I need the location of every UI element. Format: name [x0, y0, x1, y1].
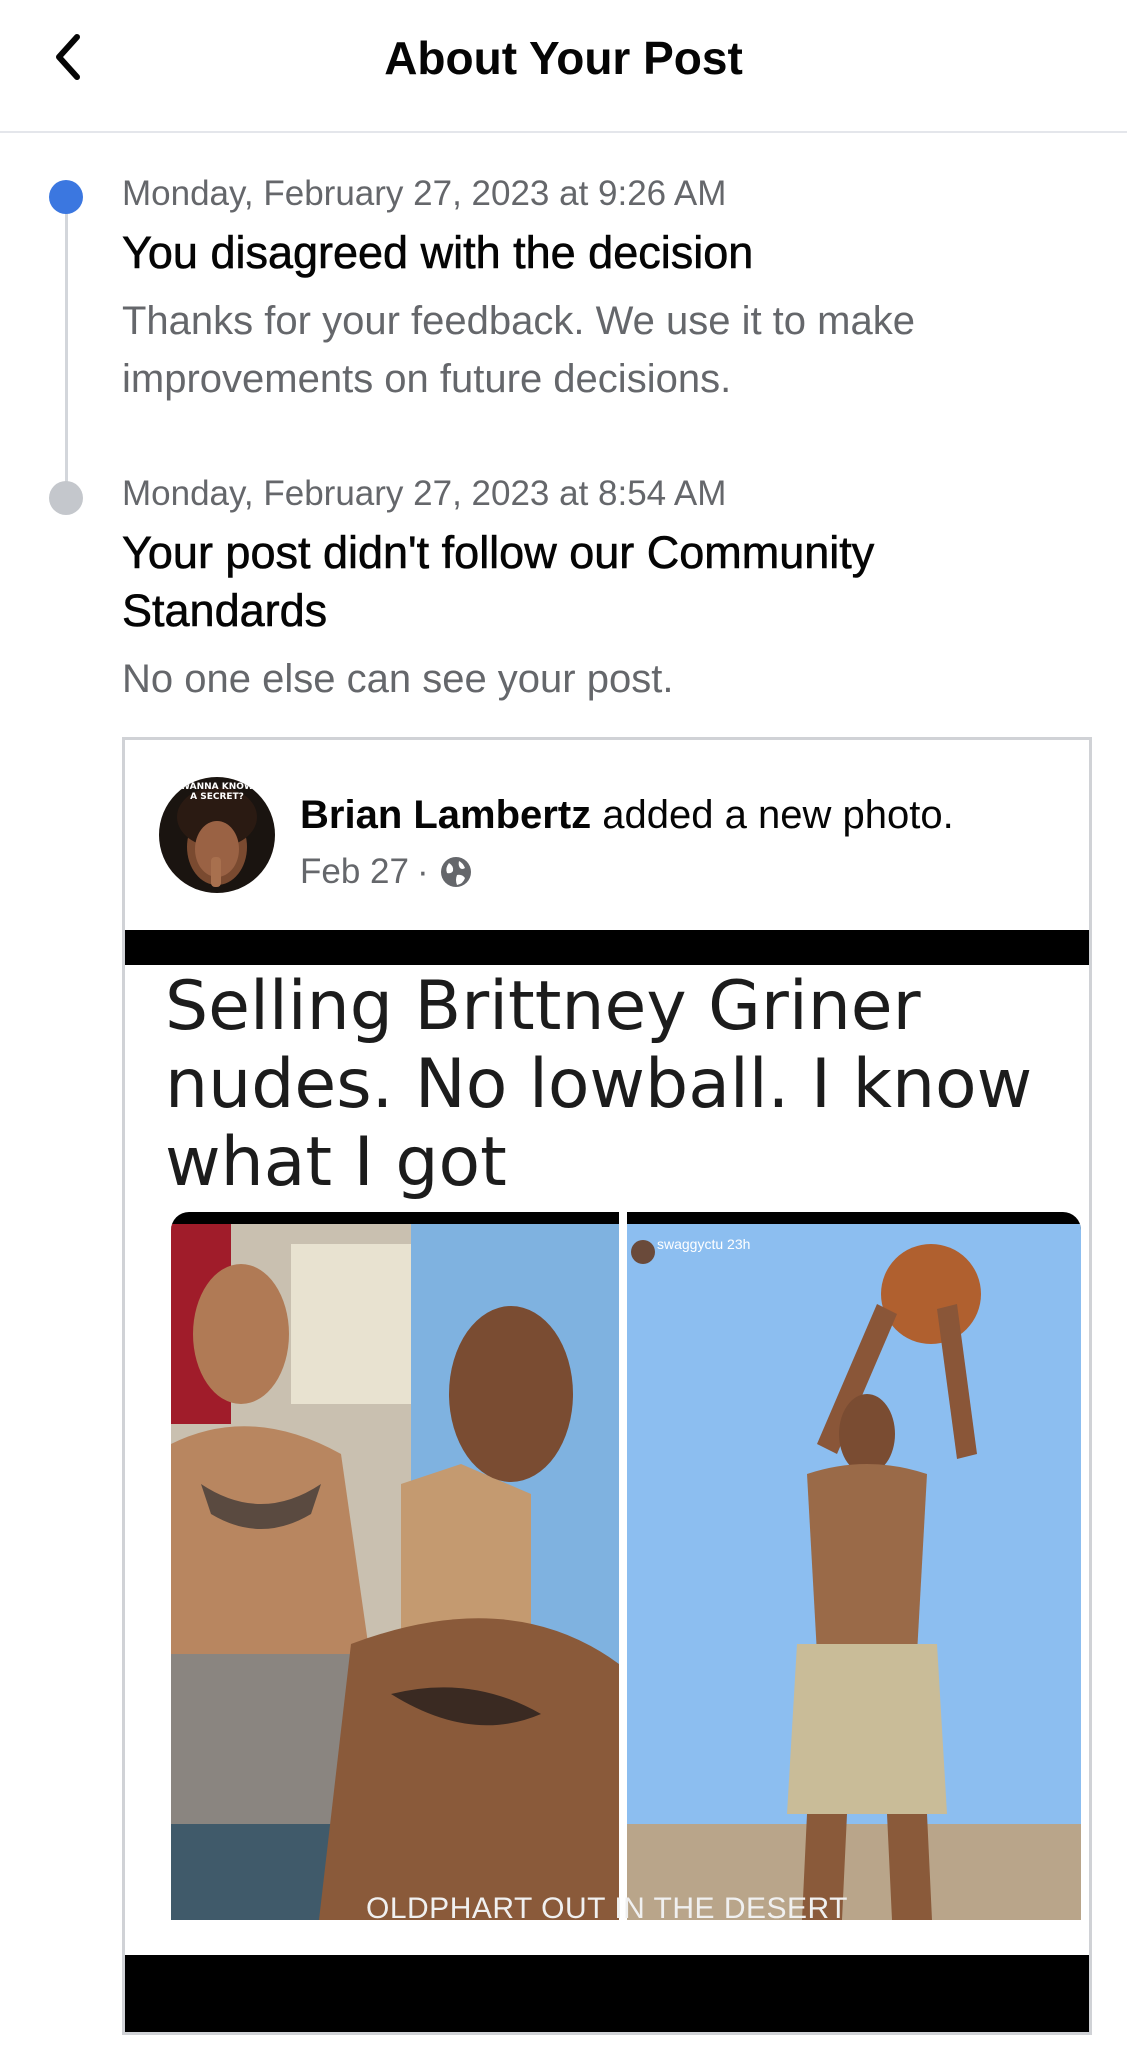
avatar-text-line2: A SECRET? — [190, 792, 244, 802]
post-date[interactable]: Feb 27 — [300, 850, 409, 894]
event-description: Thanks for your feedback. We use it to m… — [122, 299, 915, 401]
post-preview-card[interactable]: WANNA KNOW A SECRET? Brian Lambertz adde… — [122, 737, 1092, 2035]
timeline-connector — [65, 200, 68, 495]
post-author-line: Brian Lambertz added a new photo. — [300, 789, 954, 841]
post-photo[interactable]: Selling Brittney Griner nudes. No lowbal… — [125, 930, 1089, 2032]
meta-separator: · — [416, 852, 429, 891]
photo-left-panel — [171, 1224, 619, 1920]
story-username: swaggyctu 23h — [657, 1236, 751, 1252]
event-title: Your post didn't follow our Community St… — [122, 527, 875, 637]
timeline-event: Monday, February 27, 2023 at 8:54 AM You… — [122, 472, 1082, 708]
event-description: No one else can see your post. — [122, 657, 674, 701]
author-name[interactable]: Brian Lambertz — [300, 793, 591, 837]
globe-icon — [440, 857, 471, 887]
photo-collage: swaggyctu 23h — [171, 1212, 1081, 1920]
photo-right-panel — [627, 1224, 1081, 1920]
event-title: You disagreed with the decision — [122, 227, 754, 279]
event-date: Monday, February 27, 2023 at 9:26 AM — [122, 174, 727, 213]
meme-text: Selling Brittney Griner nudes. No lowbal… — [165, 967, 1033, 1202]
page-title: About Your Post — [384, 32, 743, 84]
timeline-event: Monday, February 27, 2023 at 9:26 AM You… — [122, 172, 1082, 408]
avatar[interactable]: WANNA KNOW A SECRET? — [159, 777, 275, 893]
photo-divider — [619, 1212, 627, 1920]
event-date: Monday, February 27, 2023 at 8:54 AM — [122, 474, 727, 513]
image-bar-bottom — [125, 1955, 1089, 2032]
post-header: WANNA KNOW A SECRET? Brian Lambertz adde… — [125, 740, 1089, 930]
image-bar-top — [125, 930, 1089, 965]
timeline-dot-inactive — [49, 481, 83, 515]
avatar-text-line1: WANNA KNOW — [180, 782, 254, 792]
timeline-dot-active — [49, 180, 83, 214]
image-caption: OLDPHART OUT IN THE DESERT — [366, 1892, 848, 1925]
post-action: added a new photo. — [591, 793, 954, 837]
top-bar: About Your Post — [0, 0, 1127, 133]
post-meta: Feb 27 · — [300, 850, 475, 894]
